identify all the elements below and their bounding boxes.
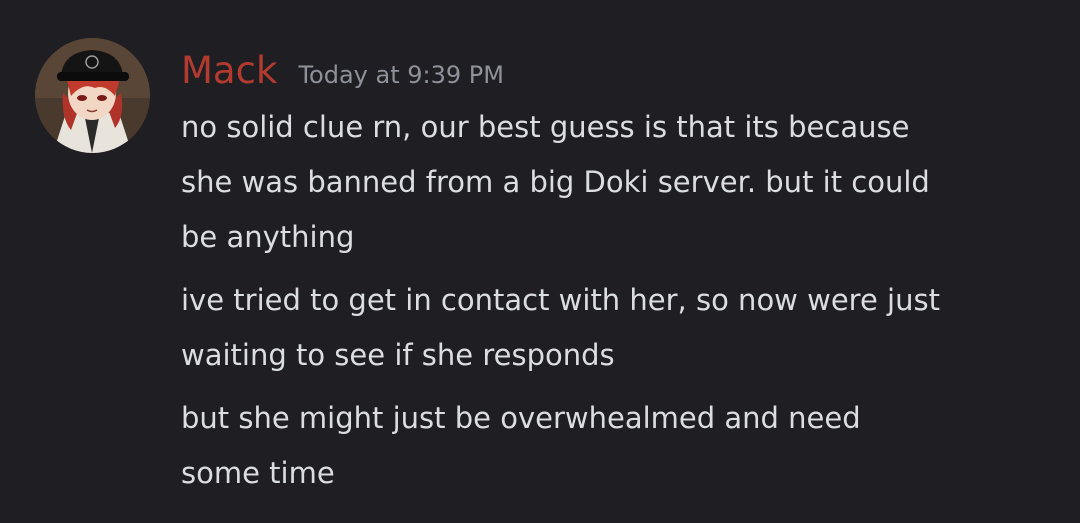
chat-area: Mack Today at 9:39 PM no solid clue rn, … bbox=[0, 0, 1080, 523]
message-content: but she might just be overwhealmed and n… bbox=[181, 401, 861, 490]
user-avatar[interactable] bbox=[35, 38, 150, 153]
message-timestamp[interactable]: Today at 9:39 PM bbox=[298, 61, 504, 89]
message-group: Mack Today at 9:39 PM no solid clue rn, … bbox=[0, 0, 1080, 523]
message-content: no solid clue rn, our best guess is that… bbox=[181, 110, 930, 254]
message-content: ive tried to get in contact with her, so… bbox=[181, 283, 940, 372]
username[interactable]: Mack bbox=[181, 46, 277, 96]
message-header: Mack Today at 9:39 PM bbox=[181, 46, 504, 96]
avatar-anime-character-icon bbox=[35, 38, 150, 153]
